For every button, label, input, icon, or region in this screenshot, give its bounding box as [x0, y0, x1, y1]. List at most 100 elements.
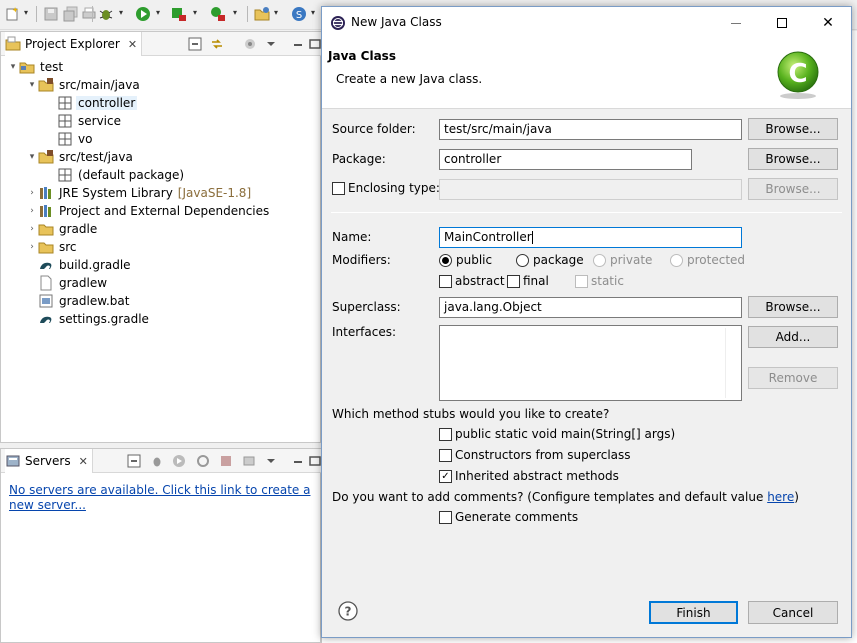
tree-item[interactable]: controller [45, 94, 138, 112]
tree-item[interactable]: service [45, 112, 123, 130]
source-folder-field[interactable]: test/src/main/java [439, 119, 742, 140]
tree-item[interactable]: › JRE System Library [JavaSE-1.8] [26, 184, 251, 202]
view-menu-icon[interactable] [263, 453, 279, 469]
chevron-right-icon[interactable]: › [26, 224, 38, 234]
print-icon[interactable] [80, 5, 98, 23]
link-with-editor-icon[interactable] [209, 36, 225, 52]
start-server-icon[interactable] [171, 453, 187, 469]
wizard-description: Create a new Java class. [336, 72, 483, 86]
chevron-down-icon[interactable]: ▾ [26, 152, 38, 162]
tree-item[interactable]: ▾ src/test/java [26, 148, 135, 166]
package-browse-button[interactable]: Browse... [748, 148, 838, 170]
tree-item[interactable]: › Project and External Dependencies [26, 202, 271, 220]
modifier-final-checkbox[interactable]: final [507, 274, 549, 288]
minimize-icon[interactable] [290, 453, 306, 469]
superclass-browse-button[interactable]: Browse... [748, 296, 838, 318]
tree-item[interactable]: vo [45, 130, 94, 148]
chevron-down-icon[interactable]: ▾ [26, 80, 38, 90]
tree-item[interactable]: build.gradle [26, 256, 133, 274]
servers-view: Servers ✕ No servers are available. Clic… [0, 448, 321, 643]
configure-templates-link[interactable]: here [767, 490, 794, 504]
new-icon[interactable] [4, 5, 22, 23]
tree-item[interactable]: gradlew.bat [26, 292, 131, 310]
run-icon[interactable] [134, 5, 152, 23]
tree-item[interactable]: gradlew [26, 274, 109, 292]
tree-item[interactable]: ▾ test [7, 58, 65, 76]
chevron-down-icon[interactable]: ▾ [274, 8, 282, 18]
chevron-down-icon[interactable]: ▾ [119, 8, 127, 18]
chevron-down-icon[interactable]: ▾ [156, 8, 164, 18]
tree-item-label: vo [78, 132, 93, 146]
view-menu-icon[interactable] [263, 36, 279, 52]
save-icon[interactable] [42, 5, 60, 23]
superclass-field[interactable]: java.lang.Object [439, 297, 742, 318]
source-folder-browse-button[interactable]: Browse... [748, 118, 838, 140]
project-explorer-icon [5, 36, 21, 52]
scrollbar[interactable] [725, 328, 739, 398]
class-name-value: MainController [444, 230, 532, 244]
chevron-down-icon[interactable]: ▾ [7, 62, 19, 72]
add-interface-button[interactable]: Add... [748, 326, 838, 348]
servers-tabbar: Servers ✕ [1, 449, 321, 473]
tab-servers[interactable]: Servers ✕ [5, 449, 93, 473]
class-name-field[interactable]: MainController [439, 227, 742, 248]
checkbox-box [439, 510, 452, 524]
chevron-down-icon[interactable]: ▾ [193, 8, 201, 18]
interfaces-list[interactable] [439, 325, 742, 401]
modifier-static-label: static [591, 274, 624, 288]
collapse-all-icon[interactable] [126, 453, 142, 469]
tree-item[interactable]: › src [26, 238, 79, 256]
modifier-public-radio[interactable]: public [439, 253, 492, 267]
tab-project-explorer[interactable]: Project Explorer ✕ [5, 32, 143, 56]
check-icon: ✓ [441, 470, 450, 482]
tree-item-label: build.gradle [59, 258, 131, 272]
enclosing-type-checkbox[interactable]: Enclosing type: [332, 181, 440, 195]
package-field[interactable]: controller [439, 149, 692, 170]
remove-interface-button: Remove [748, 367, 838, 389]
external-tools-icon[interactable] [209, 5, 227, 23]
tree-item[interactable]: (default package) [45, 166, 186, 184]
tree-item[interactable]: › gradle [26, 220, 99, 238]
chevron-down-icon[interactable]: ▾ [24, 8, 32, 18]
minimize-icon[interactable] [290, 36, 306, 52]
close-icon[interactable]: ✕ [128, 38, 137, 51]
maximize-window-button[interactable] [759, 7, 805, 39]
cancel-button[interactable]: Cancel [748, 601, 838, 624]
stub-constructors-checkbox[interactable]: Constructors from superclass [439, 448, 631, 462]
stop-server-icon[interactable] [218, 453, 234, 469]
debug-server-icon[interactable] [149, 453, 165, 469]
publish-icon[interactable] [241, 453, 257, 469]
tree-item-label: JRE System Library [59, 186, 173, 200]
collapse-all-icon[interactable] [187, 36, 203, 52]
stub-main-checkbox[interactable]: public static void main(String[] args) [439, 427, 675, 441]
coverage-icon[interactable] [170, 5, 188, 23]
create-server-link[interactable]: No servers are available. Click this lin… [9, 483, 314, 513]
modifier-abstract-checkbox[interactable]: abstract [439, 274, 505, 288]
chevron-down-icon[interactable]: ▾ [311, 8, 319, 18]
close-icon[interactable]: ✕ [79, 455, 88, 468]
debug-icon[interactable] [97, 5, 115, 23]
stub-inherited-checkbox[interactable]: ✓ Inherited abstract methods [439, 469, 619, 483]
save-all-icon[interactable] [62, 5, 80, 23]
profile-server-icon[interactable] [195, 453, 211, 469]
modifier-package-radio[interactable]: package [516, 253, 584, 267]
tree-item-label: src/test/java [59, 150, 133, 164]
svg-text:S: S [296, 10, 302, 21]
new-class-icon[interactable]: S [290, 5, 308, 23]
close-window-button[interactable]: ✕ [805, 7, 851, 39]
new-java-project-icon[interactable] [253, 5, 271, 23]
tree-item[interactable]: ▾ src/main/java [26, 76, 142, 94]
checkbox-box [439, 427, 452, 441]
chevron-down-icon[interactable]: ▾ [233, 8, 241, 18]
chevron-right-icon[interactable]: › [26, 242, 38, 252]
help-button[interactable]: ? [338, 601, 358, 621]
tree-item[interactable]: settings.gradle [26, 310, 151, 328]
finish-button[interactable]: Finish [649, 601, 738, 624]
enclosing-type-browse-button: Browse... [748, 178, 838, 200]
tree-item-label: gradlew.bat [59, 294, 130, 308]
filter-icon[interactable] [242, 36, 258, 52]
chevron-right-icon[interactable]: › [26, 206, 38, 216]
generate-comments-checkbox[interactable]: Generate comments [439, 510, 578, 524]
minimize-window-button[interactable] [713, 7, 759, 39]
chevron-right-icon[interactable]: › [26, 188, 38, 198]
